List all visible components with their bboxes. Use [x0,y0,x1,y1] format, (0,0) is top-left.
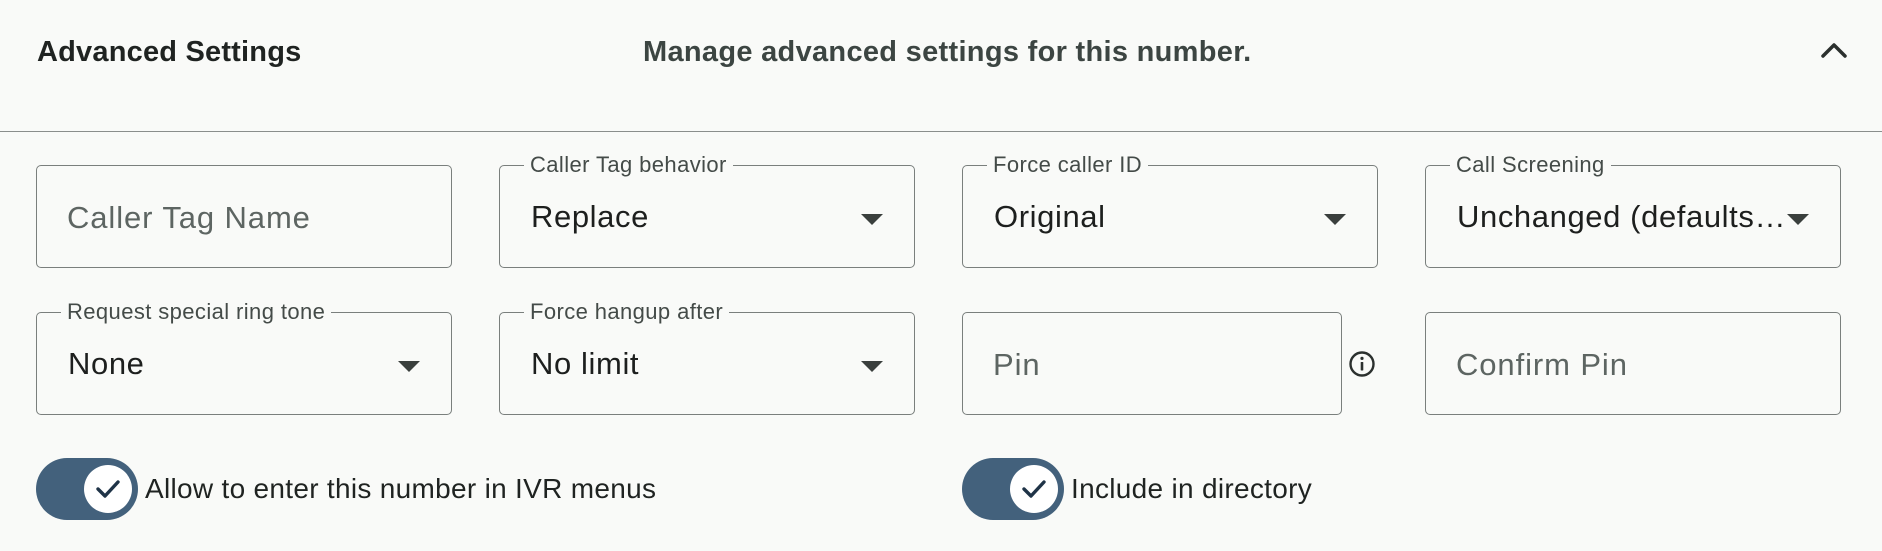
ivr-toggle-switch[interactable] [36,458,138,520]
switch-knob [84,465,132,513]
switch-knob [1010,465,1058,513]
ivr-toggle-label[interactable]: Allow to enter this number in IVR menus [145,473,656,505]
caller-tag-behavior-label: Caller Tag behavior [524,152,733,178]
caller-tag-behavior-value: Replace [531,199,649,234]
call-screening-select[interactable]: Call Screening Unchanged (defaults… [1425,152,1841,268]
check-icon [96,480,120,498]
dropdown-arrow-icon [861,361,883,372]
chevron-up-icon [1821,43,1847,58]
collapse-button[interactable] [1814,30,1854,70]
caller-tag-behavior-select[interactable]: Caller Tag behavior Replace [499,152,915,268]
special-ring-tone-select[interactable]: Request special ring tone None [36,299,452,415]
confirm-pin-input[interactable]: Confirm Pin [1425,312,1841,415]
pin-input[interactable]: Pin [962,312,1342,415]
dropdown-arrow-icon [398,361,420,372]
directory-toggle-label[interactable]: Include in directory [1071,473,1312,505]
section-description: Manage advanced settings for this number… [643,36,1252,68]
pin-placeholder: Pin [993,347,1041,382]
force-hangup-after-label: Force hangup after [524,299,730,325]
check-icon [1022,480,1046,498]
dropdown-arrow-icon [1324,214,1346,225]
force-hangup-after-select[interactable]: Force hangup after No limit [499,299,915,415]
directory-toggle-row: Include in directory [962,457,1312,521]
force-caller-id-select[interactable]: Force caller ID Original [962,152,1378,268]
info-icon [1349,351,1375,377]
force-hangup-after-value: No limit [531,346,640,381]
directory-toggle-switch[interactable] [962,458,1064,520]
call-screening-value: Unchanged (defaults… [1457,199,1787,234]
caller-tag-name-placeholder: Caller Tag Name [67,200,311,235]
confirm-pin-placeholder: Confirm Pin [1456,347,1628,382]
pin-info-button[interactable] [1347,349,1377,379]
section-title: Advanced Settings [37,36,302,68]
force-caller-id-label: Force caller ID [987,152,1149,178]
force-caller-id-value: Original [994,199,1106,234]
special-ring-tone-label: Request special ring tone [61,299,332,325]
advanced-settings-header[interactable]: Advanced Settings Manage advanced settin… [0,0,1882,132]
special-ring-tone-value: None [68,346,145,381]
dropdown-arrow-icon [1787,214,1809,225]
caller-tag-name-input[interactable]: Caller Tag Name [36,165,452,268]
ivr-toggle-row: Allow to enter this number in IVR menus [36,457,656,521]
call-screening-label: Call Screening [1450,152,1611,178]
dropdown-arrow-icon [861,214,883,225]
